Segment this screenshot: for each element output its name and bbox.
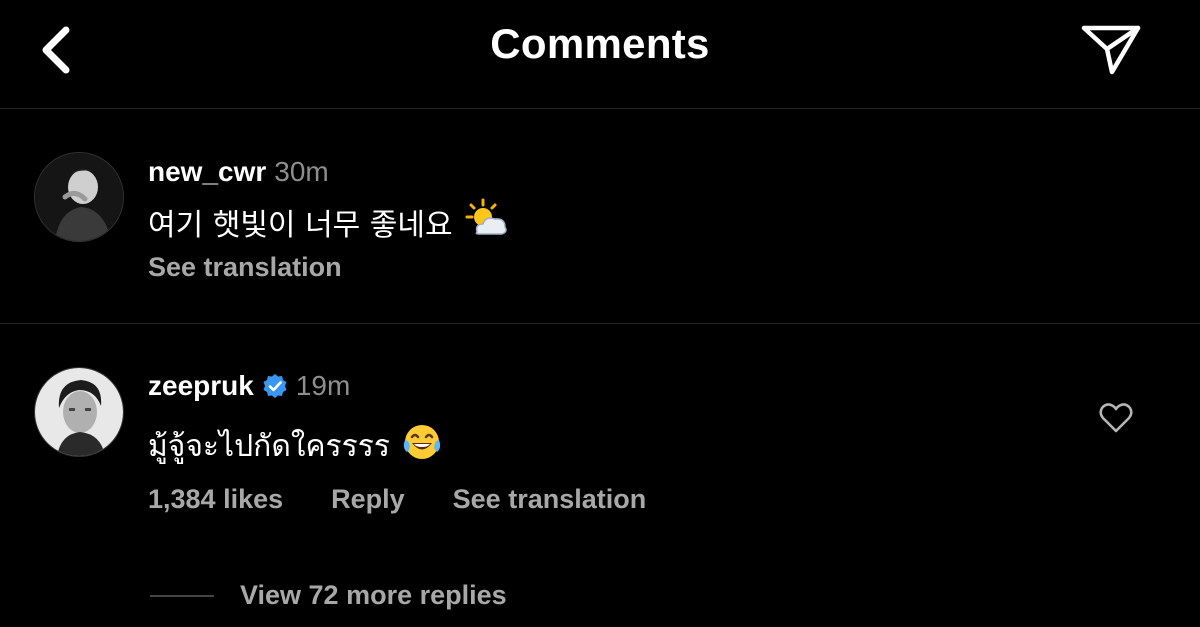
see-translation-link[interactable]: See translation (148, 252, 342, 283)
comment-item: zeepruk 19m มู้จู้จะไปกัดใครรรร 1,384 li… (0, 324, 1200, 627)
comment-text: มู้จู้จะไปกัดใครรรร (148, 422, 442, 470)
like-button[interactable] (1098, 400, 1134, 436)
username[interactable]: zeepruk (148, 370, 254, 402)
comment-body: 여기 햇빛이 너무 좋네요 (148, 208, 453, 243)
view-more-replies-button[interactable]: View 72 more replies (150, 580, 507, 611)
timestamp: 19m (295, 370, 351, 401)
view-replies-label: View 72 more replies (240, 580, 507, 610)
comment-item: new_cwr 30m 여기 햇빛이 너무 좋네요 See translatio… (0, 108, 1200, 324)
share-button[interactable] (1080, 22, 1144, 78)
comment-meta: new_cwr 30m (148, 156, 329, 188)
tears-of-joy-icon (402, 422, 442, 470)
comment-text: 여기 햇빛이 너무 좋네요 (148, 198, 509, 246)
likes-count[interactable]: 1,384 likes (148, 484, 283, 515)
paper-plane-icon (1081, 25, 1141, 75)
page-title: Comments (490, 20, 710, 67)
see-translation-link[interactable]: See translation (453, 484, 647, 515)
comment-meta: zeepruk 19m (148, 370, 350, 402)
comment-actions: See translation (148, 252, 342, 283)
verified-badge-icon (263, 374, 287, 398)
comment-body: มู้จู้จะไปกัดใครรรร (148, 428, 390, 464)
heart-icon (1099, 403, 1133, 433)
comment-actions: 1,384 likes Reply See translation (148, 484, 646, 515)
avatar[interactable] (34, 152, 124, 242)
sun-behind-cloud-icon (465, 198, 509, 246)
username[interactable]: new_cwr (148, 156, 266, 188)
reply-button[interactable]: Reply (331, 484, 405, 515)
comments-header: Comments (0, 0, 1200, 109)
avatar[interactable] (34, 367, 124, 457)
timestamp: 30m (274, 156, 329, 187)
divider-line (150, 594, 214, 597)
